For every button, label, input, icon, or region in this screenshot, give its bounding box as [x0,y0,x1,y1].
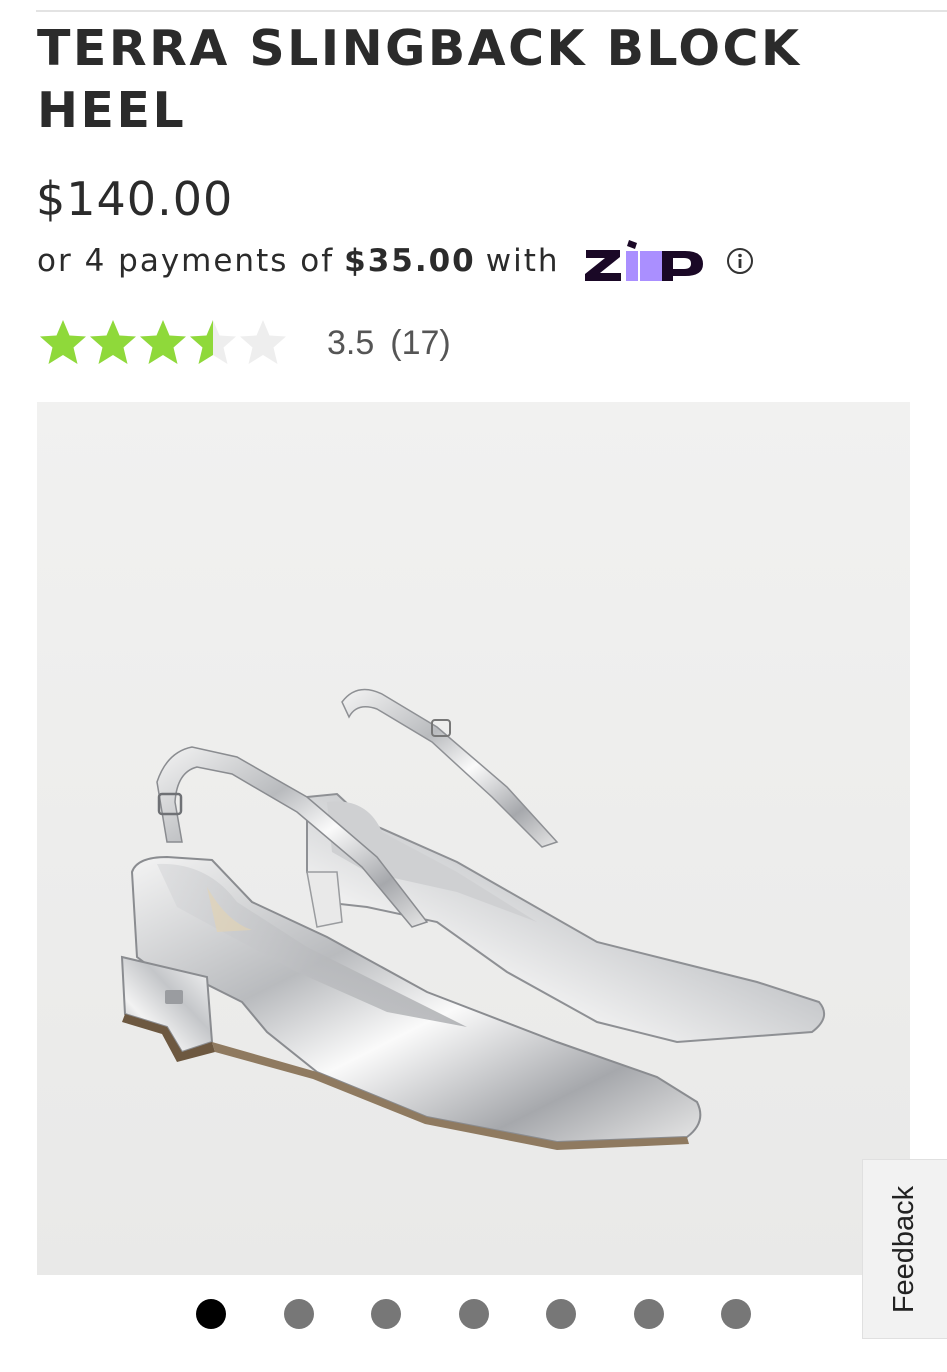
product-title: TERRA SLINGBACK BLOCK HEEL [37,20,802,139]
product-price: $140.00 [36,172,234,226]
carousel-dot[interactable] [546,1299,576,1329]
star-rating [37,317,289,369]
info-icon[interactable] [726,247,754,275]
installment-amount: $35.00 [344,243,476,279]
carousel-dot[interactable] [458,1299,489,1329]
star-icon [40,320,86,364]
star-icon [240,320,286,364]
star-icon [140,320,186,364]
star-icon [190,320,236,364]
financing-suffix: with [485,243,560,279]
review-count: (17) [390,323,451,362]
carousel-dot[interactable] [721,1299,751,1329]
carousel-indicators [0,1296,947,1332]
financing-prefix: or 4 payments of [37,243,335,279]
feedback-tab[interactable]: Feedback [862,1159,947,1339]
product-image[interactable] [37,402,910,1275]
financing-line: or 4 payments of $35.00 with [37,238,754,284]
zip-logo[interactable] [584,238,706,284]
carousel-dot[interactable] [633,1299,664,1329]
carousel-dot[interactable] [196,1299,226,1329]
star-icon [90,320,136,364]
carousel-dot[interactable] [283,1299,314,1329]
rating-value: 3.5 [327,323,375,362]
carousel-dot[interactable] [371,1299,401,1329]
header-divider [36,10,947,12]
feedback-label: Feedback [888,1185,921,1313]
rating-summary: 3.5 (17) [327,324,451,363]
rating-row[interactable]: 3.5 (17) [37,315,451,371]
